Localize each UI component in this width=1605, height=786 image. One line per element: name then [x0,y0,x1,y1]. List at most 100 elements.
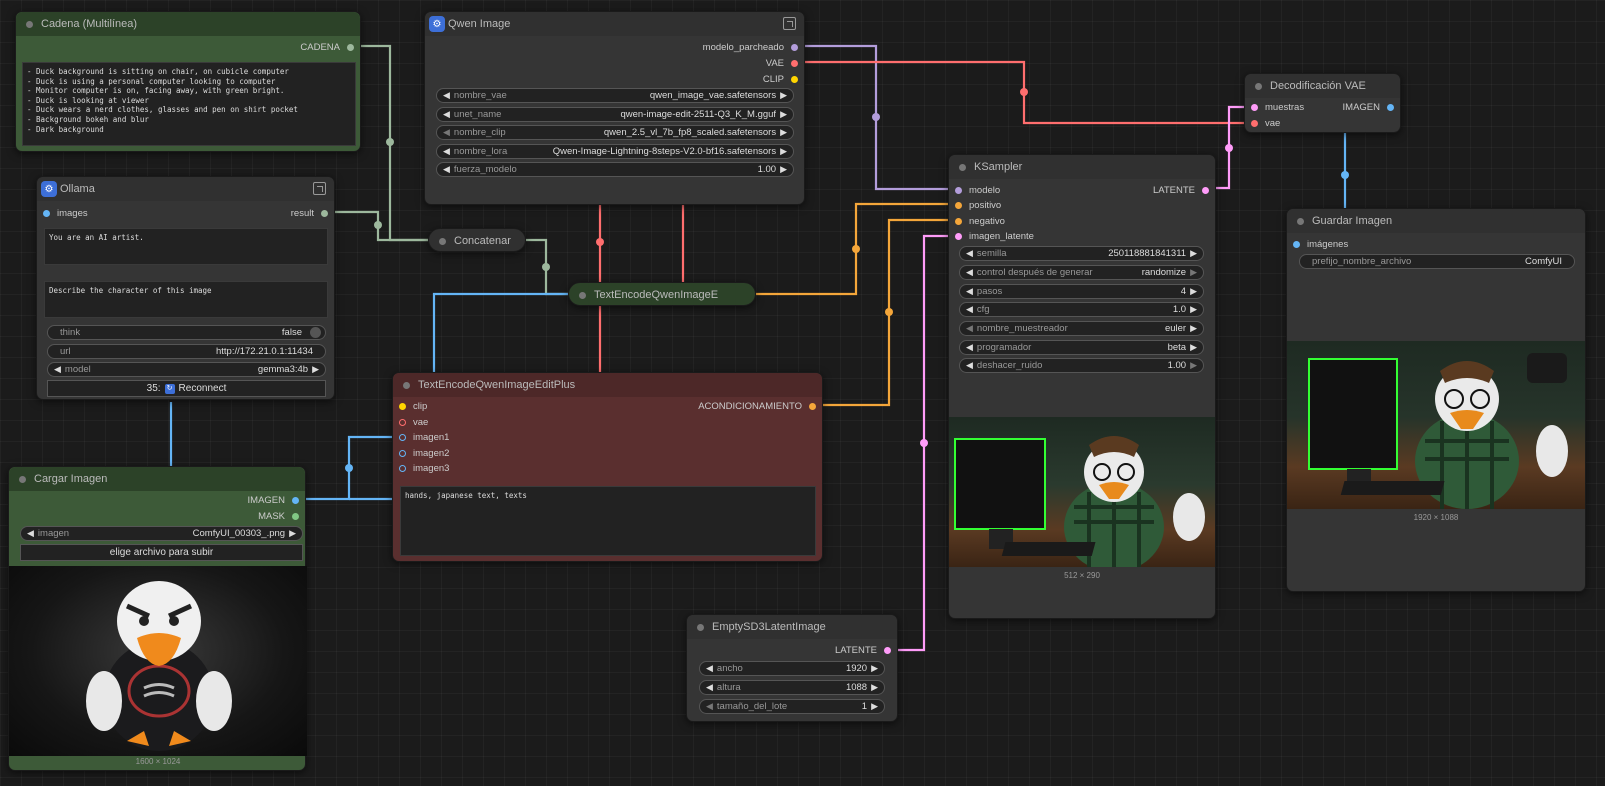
imagen-combo[interactable]: ◀ imagen ComfyUI_00303_.png ▶ [20,526,303,541]
arrow-right-icon[interactable]: ▶ [1186,342,1203,353]
node-qwen-image[interactable]: ⚙ Qwen Image modelo_parcheado VAE CLIP ◀ n… [424,11,805,205]
slot-dot-icon[interactable] [399,403,406,410]
ancho-number[interactable]: ◀ ancho 1920 ▶ [699,661,885,676]
wire-reroute-dot[interactable] [1225,144,1233,152]
control-despues-combo[interactable]: ◀ control después de generar randomize ▶ [959,265,1204,280]
slot-dot-icon[interactable] [1251,120,1258,127]
slot-ring-icon[interactable] [399,434,406,441]
input-slot-modelo[interactable]: modelo [955,185,1000,196]
collapse-dot-icon[interactable] [959,163,966,171]
input-slot-imagenes[interactable]: imágenes [1293,239,1348,250]
collapse-dot-icon[interactable] [697,623,704,631]
arrow-left-icon[interactable]: ◀ [48,364,65,375]
url-field[interactable]: url http://172.21.0.1:11434 [47,344,326,359]
collapse-dot-icon[interactable] [19,475,26,483]
wire-reroute-dot[interactable] [1020,88,1028,96]
arrow-right-icon[interactable]: ▶ [776,109,793,120]
output-slot-result[interactable]: result [291,208,328,219]
slot-dot-icon[interactable] [955,218,962,225]
model-combo[interactable]: ◀ model gemma3:4b ▶ [47,362,326,377]
slot-dot-icon[interactable] [791,44,798,51]
semilla-number[interactable]: ◀ semilla 250118881841311 ▶ [959,246,1204,261]
input-slot-images[interactable]: images [43,208,88,219]
think-toggle[interactable]: think false [47,325,326,340]
arrow-left-icon[interactable]: ◀ [437,109,454,120]
unet-name-combo[interactable]: ◀ unet_name qwen-image-edit-2511-Q3_K_M.gg… [436,107,794,122]
node-header[interactable]: Concatenar [429,229,525,253]
prompt-input[interactable]: Describe the character of this image [44,281,328,318]
input-slot-imagen3[interactable]: imagen3 [399,463,449,474]
output-slot-acondicionamiento[interactable]: ACONDICIONAMIENTO [698,401,816,412]
slot-dot-icon[interactable] [955,202,962,209]
output-slot-latente[interactable]: LATENTE [835,645,891,656]
arrow-right-icon[interactable]: ▶ [1186,360,1203,371]
arrow-right-icon[interactable]: ▶ [867,682,884,693]
expand-icon[interactable] [313,182,326,195]
slot-ring-icon[interactable] [399,419,406,426]
arrow-left-icon[interactable]: ◀ [437,127,454,138]
node-cadena-multilinea[interactable]: Cadena (Multilínea) CADENA - Duck backgr… [15,11,361,152]
output-slot-vae[interactable]: VAE [766,58,798,69]
node-header[interactable]: TextEncodeQwenImageEditPlus [393,373,822,397]
node-decodificacion-vae[interactable]: Decodificación VAE muestras vae IMAGEN [1244,73,1401,133]
input-slot-vae[interactable]: vae [399,417,428,428]
node-ksampler[interactable]: KSampler modelo positivo negativo imagen… [948,154,1216,619]
wire-reroute-dot[interactable] [852,245,860,253]
multiline-text-input[interactable]: - Duck background is sitting on chair, o… [22,62,356,146]
arrow-right-icon[interactable]: ▶ [1186,323,1203,334]
arrow-left-icon[interactable]: ◀ [960,248,977,259]
node-header[interactable]: ⚙ Qwen Image [425,12,804,36]
arrow-right-icon[interactable]: ▶ [1186,267,1203,278]
nombre-muestreador-combo[interactable]: ◀ nombre_muestreador euler ▶ [959,321,1204,336]
prefijo-nombre-archivo-field[interactable]: prefijo_nombre_archivo ComfyUI [1299,254,1575,269]
arrow-right-icon[interactable]: ▶ [776,146,793,157]
arrow-right-icon[interactable]: ▶ [776,164,793,175]
collapse-dot-icon[interactable] [579,291,586,299]
wire-reroute-dot[interactable] [1341,171,1349,179]
arrow-left-icon[interactable]: ◀ [960,304,977,315]
deshacer-ruido-number[interactable]: ◀ deshacer_ruido 1.00 ▶ [959,358,1204,373]
output-slot-modelo-parcheado[interactable]: modelo_parcheado [703,42,798,53]
arrow-left-icon[interactable]: ◀ [700,701,717,712]
slot-dot-icon[interactable] [1387,104,1394,111]
node-header[interactable]: TextEncodeQwenImageE [569,283,755,307]
upload-button[interactable]: elige archivo para subir [20,544,303,561]
fuerza-modelo-number[interactable]: ◀ fuerza_modelo 1.00 ▶ [436,162,794,177]
slot-dot-icon[interactable] [955,233,962,240]
output-slot-clip[interactable]: CLIP [763,74,798,85]
arrow-left-icon[interactable]: ◀ [437,90,454,101]
collapse-dot-icon[interactable] [1255,82,1262,90]
arrow-right-icon[interactable]: ▶ [867,701,884,712]
collapse-dot-icon[interactable] [403,381,410,389]
slot-dot-icon[interactable] [884,647,891,654]
input-slot-imagen-latente[interactable]: imagen_latente [955,231,1034,242]
node-header[interactable]: KSampler [949,155,1215,179]
tamano-del-lote-number[interactable]: ◀ tamaño_del_lote 1 ▶ [699,699,885,714]
input-slot-imagen2[interactable]: imagen2 [399,448,449,459]
arrow-right-icon[interactable]: ▶ [1186,304,1203,315]
collapse-dot-icon[interactable] [439,237,446,245]
toggle-knob-icon[interactable] [310,327,321,338]
arrow-right-icon[interactable]: ▶ [1186,286,1203,297]
expand-icon[interactable] [783,17,796,30]
output-slot-cadena[interactable]: CADENA [300,42,354,53]
arrow-right-icon[interactable]: ▶ [776,90,793,101]
node-textencode-qwen-image-edit[interactable]: TextEncodeQwenImageE [568,282,756,306]
arrow-right-icon[interactable]: ▶ [285,528,302,539]
arrow-left-icon[interactable]: ◀ [700,682,717,693]
output-slot-latente[interactable]: LATENTE [1153,185,1209,196]
node-header[interactable]: Cadena (Multilínea) [16,12,360,36]
arrow-left-icon[interactable]: ◀ [960,267,977,278]
arrow-left-icon[interactable]: ◀ [960,286,977,297]
slot-dot-icon[interactable] [791,76,798,83]
slot-dot-icon[interactable] [347,44,354,51]
wire-reroute-dot[interactable] [872,113,880,121]
slot-dot-icon[interactable] [43,210,50,217]
altura-number[interactable]: ◀ altura 1088 ▶ [699,680,885,695]
nombre-clip-combo[interactable]: ◀ nombre_clip qwen_2.5_vl_7b_fp8_scaled.sa… [436,125,794,140]
negative-text-input[interactable]: hands, japanese text, texts [400,486,816,556]
nombre-lora-combo[interactable]: ◀ nombre_lora Qwen-Image-Lightning-8steps-… [436,144,794,159]
input-slot-vae[interactable]: vae [1251,118,1280,129]
input-slot-imagen1[interactable]: imagen1 [399,432,449,443]
slot-dot-icon[interactable] [321,210,328,217]
